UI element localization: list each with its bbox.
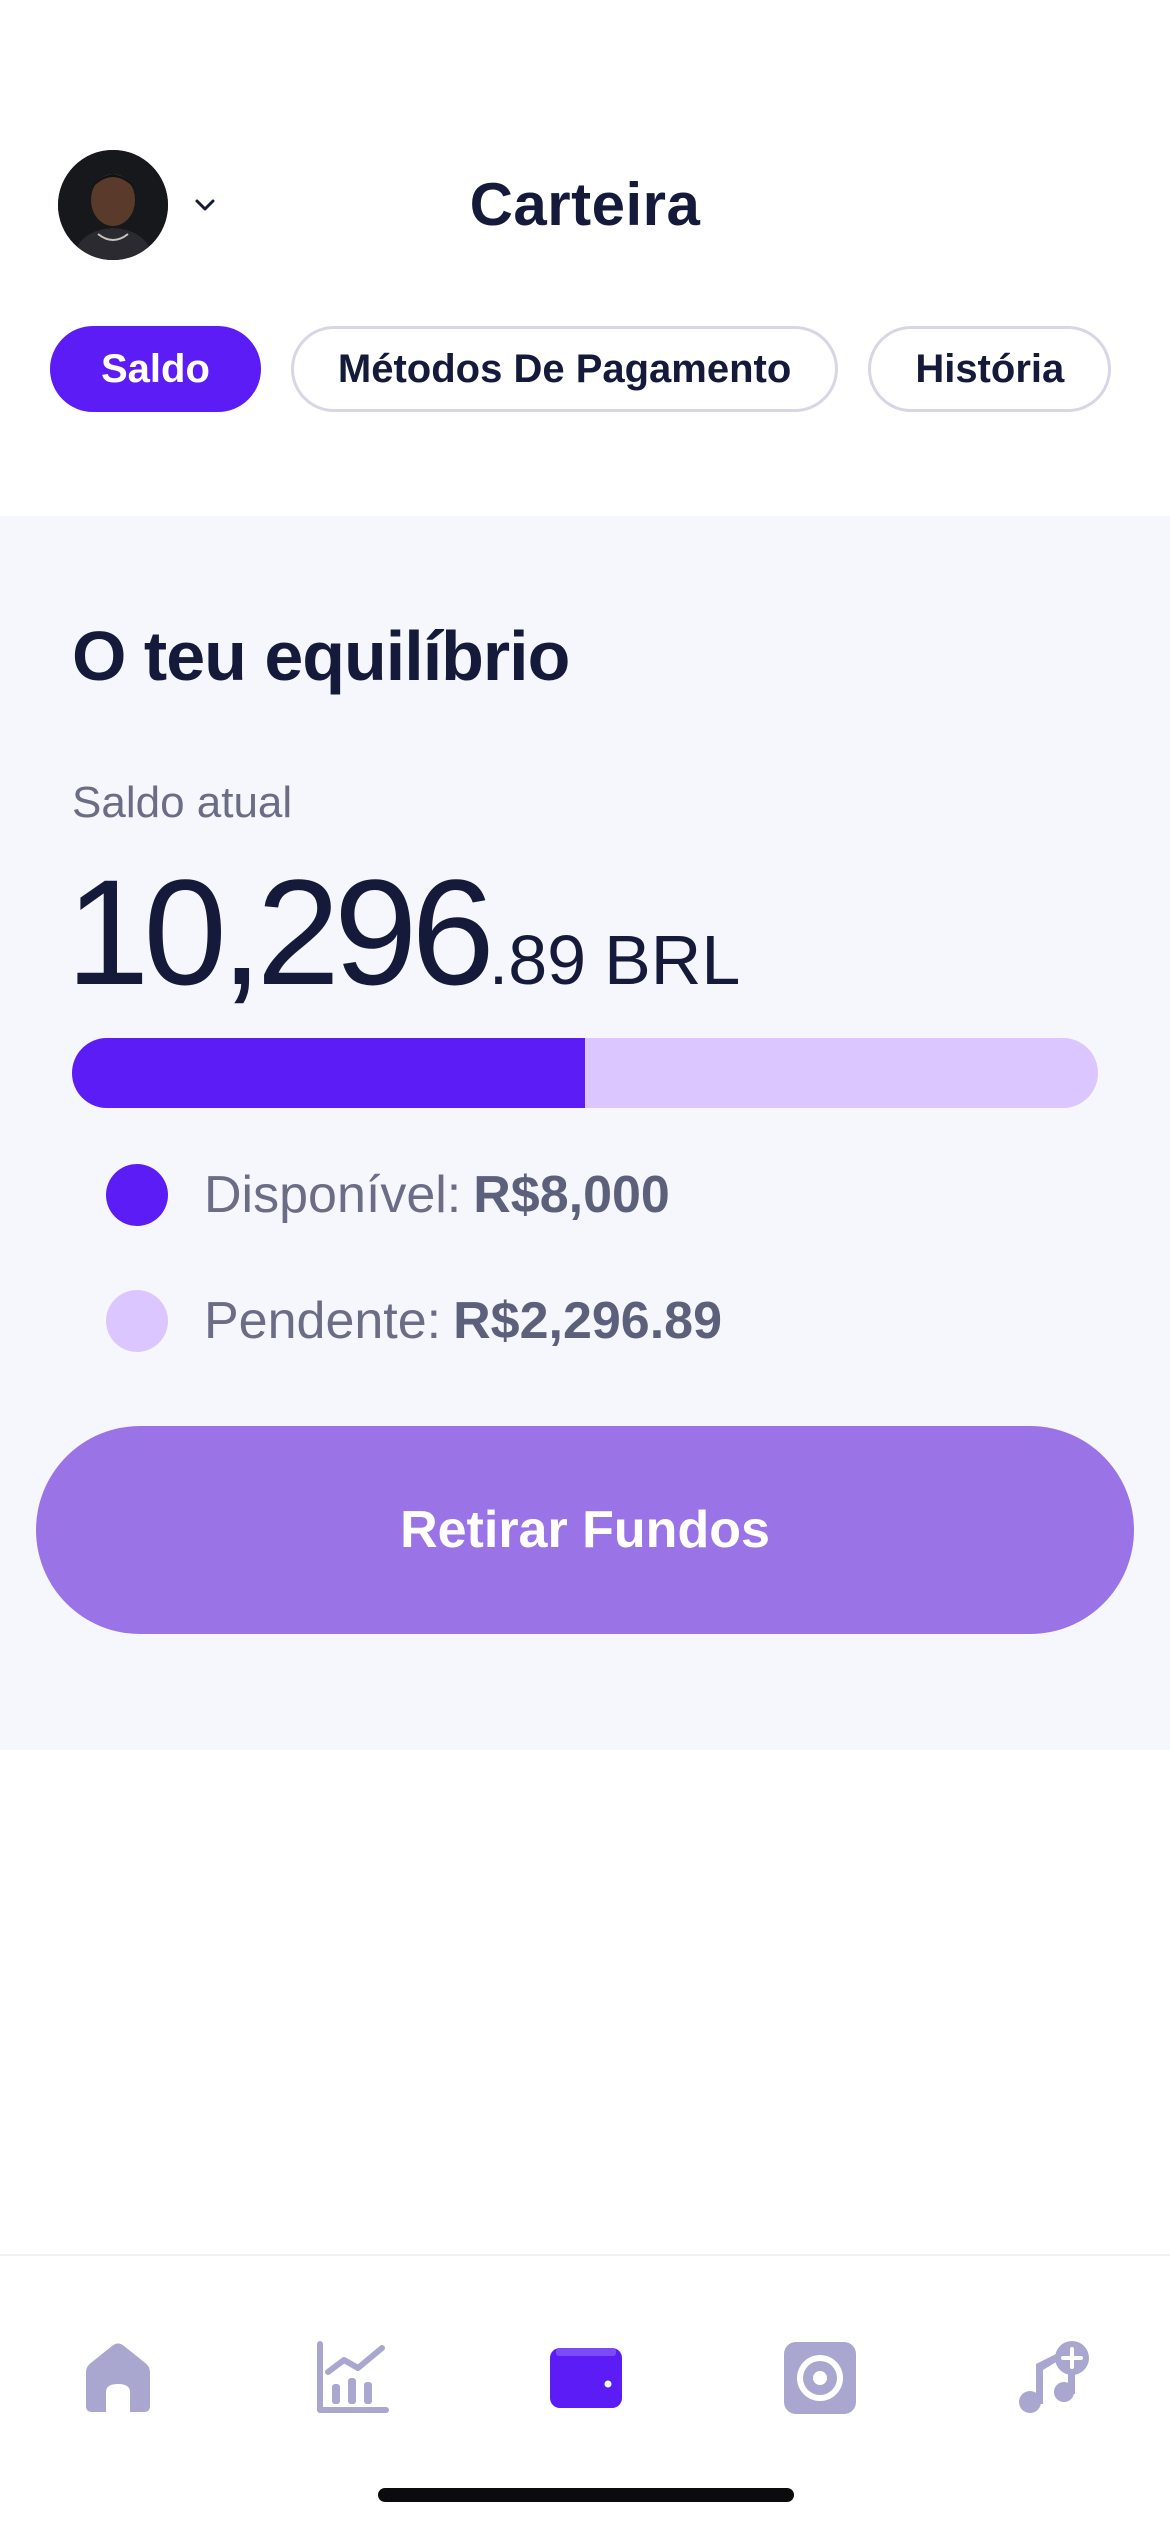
pending-label: Pendente: — [204, 1292, 442, 1350]
balance-progress-bar — [72, 1038, 1098, 1108]
available-progress-fill — [72, 1038, 585, 1108]
tab-payment-methods[interactable]: Métodos De Pagamento — [290, 326, 839, 412]
tab-history[interactable]: História — [868, 326, 1112, 412]
tab-saldo[interactable]: Saldo — [50, 326, 261, 412]
nav-music[interactable] — [774, 2332, 866, 2424]
available-legend: Disponível: R$8,000 — [106, 1164, 670, 1226]
balance-card-title: O teu equilíbrio — [72, 617, 570, 695]
home-icon — [86, 2343, 150, 2412]
nav-wallet[interactable] — [540, 2332, 632, 2424]
home-indicator[interactable] — [378, 2488, 794, 2502]
vinyl-record-icon — [784, 2342, 856, 2414]
wallet-icon — [550, 2348, 622, 2408]
top-header: Carteira — [0, 150, 1170, 266]
balance-amount-main: 10,296 — [66, 848, 495, 1016]
wallet-tabs: Saldo Métodos De Pagamento História — [50, 326, 1112, 412]
current-balance-label: Saldo atual — [72, 778, 293, 827]
balance-card: O teu equilíbrio Saldo atual 10,296.89 BR… — [0, 516, 1170, 1750]
balance-amount: 10,296.89 BRL — [66, 846, 740, 1019]
available-value: R$8,000 — [473, 1166, 670, 1224]
available-label: Disponível: — [204, 1166, 462, 1224]
balance-amount-cents: .89 — [488, 921, 587, 999]
add-music-icon — [1019, 2341, 1089, 2413]
available-dot-icon — [106, 1164, 168, 1226]
balance-currency: BRL — [604, 921, 741, 999]
stats-chart-icon — [317, 2341, 389, 2413]
withdraw-funds-button[interactable]: Retirar Fundos — [36, 1426, 1134, 1634]
nav-stats[interactable] — [306, 2332, 398, 2424]
nav-home[interactable] — [72, 2332, 164, 2424]
pending-legend: Pendente: R$2,296.89 — [106, 1290, 722, 1352]
nav-add-music[interactable] — [1006, 2332, 1098, 2424]
pending-value: R$2,296.89 — [453, 1292, 722, 1350]
pending-dot-icon — [106, 1290, 168, 1352]
page-title: Carteira — [469, 171, 701, 238]
